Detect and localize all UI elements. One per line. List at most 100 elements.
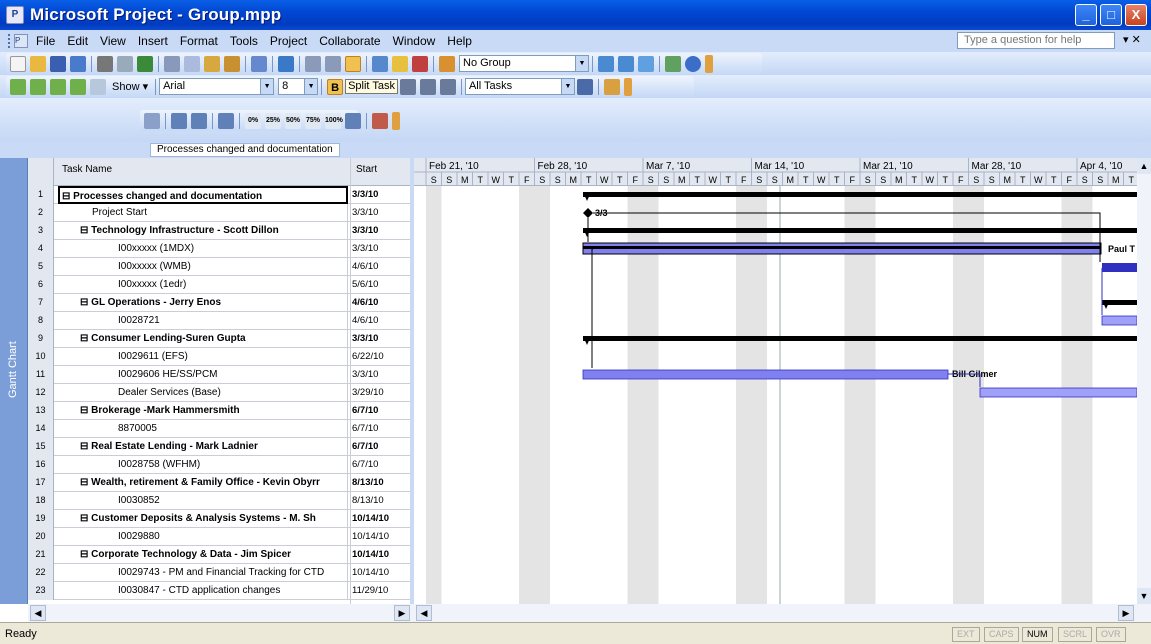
row-number[interactable]: 23 xyxy=(28,582,54,600)
show-hide-outline-icon[interactable] xyxy=(90,78,106,95)
table-row[interactable]: 18 I0030852 8/13/10 xyxy=(28,492,410,510)
table-row[interactable]: 23 I0030847 - CTD application changes 11/2… xyxy=(28,582,410,600)
table-row[interactable]: 8 I0028721 4/6/10 xyxy=(28,312,410,330)
start-date-cell[interactable]: 3/3/10 xyxy=(352,366,408,384)
task-name-cell[interactable]: ⊟ Brokerage -Mark Hammersmith xyxy=(58,402,348,420)
task-name-cell[interactable]: I0030852 xyxy=(58,492,348,510)
row-number[interactable]: 8 xyxy=(28,312,54,330)
open-icon[interactable] xyxy=(30,55,46,72)
row-number[interactable]: 4 xyxy=(28,240,54,258)
insert-hyperlink-icon[interactable] xyxy=(278,55,294,72)
scroll-left-icon[interactable]: ◀ xyxy=(30,605,46,621)
chevron-down-icon[interactable]: ▼ xyxy=(575,56,588,71)
new-icon[interactable] xyxy=(10,55,26,72)
select-all-corner[interactable] xyxy=(28,158,54,186)
collapse-icon[interactable]: ⊟ xyxy=(80,225,91,236)
start-date-cell[interactable]: 3/3/10 xyxy=(352,240,408,258)
scroll-up-icon[interactable]: ▲ xyxy=(1137,158,1151,174)
task-name-cell[interactable]: ⊟ Wealth, retirement & Family Office - K… xyxy=(58,474,348,492)
publish-icon[interactable] xyxy=(439,55,455,72)
task-name-cell[interactable]: ⊟ Consumer Lending-Suren Gupta xyxy=(58,330,348,348)
table-row[interactable]: 19 ⊟ Customer Deposits & Analysis Systems… xyxy=(28,510,410,528)
app-icon[interactable]: P xyxy=(6,6,24,24)
percent-25-button[interactable]: 25% xyxy=(265,112,281,129)
task-name-cell[interactable]: ⊟ Processes changed and documentation xyxy=(58,186,348,204)
close-button[interactable]: X xyxy=(1125,4,1147,26)
print-preview-icon[interactable] xyxy=(117,55,133,72)
gantt-chart-wizard-icon[interactable] xyxy=(603,78,620,95)
start-date-cell[interactable]: 8/13/10 xyxy=(352,474,408,492)
help-search-input[interactable]: Type a question for help xyxy=(957,32,1115,49)
paste-icon[interactable] xyxy=(204,55,220,72)
task-notes-icon[interactable] xyxy=(392,55,408,72)
outdent-icon[interactable] xyxy=(10,78,26,95)
chevron-down-icon[interactable]: ▼ xyxy=(304,79,318,94)
toolbar-options-icon[interactable] xyxy=(705,54,713,73)
menu-window-controls[interactable]: ▾ ✕ xyxy=(1123,33,1141,46)
start-date-cell[interactable]: 3/29/10 xyxy=(352,384,408,402)
collapse-icon[interactable]: ⊟ xyxy=(80,441,91,452)
task-name-cell[interactable]: 8870005 xyxy=(58,420,348,438)
collapse-icon[interactable]: ⊟ xyxy=(80,549,91,560)
start-date-cell[interactable]: 4/6/10 xyxy=(352,312,408,330)
row-number[interactable]: 6 xyxy=(28,276,54,294)
collapse-icon[interactable]: ⊟ xyxy=(80,513,91,524)
table-row[interactable]: 2 Project Start 3/3/10 xyxy=(28,204,410,222)
menu-edit[interactable]: Edit xyxy=(61,34,94,48)
indent-icon[interactable] xyxy=(30,78,46,95)
collapse-icon[interactable]: ⊟ xyxy=(80,333,91,344)
percent-100-button[interactable]: 100% xyxy=(325,112,343,129)
start-date-cell[interactable]: 10/14/10 xyxy=(352,528,408,546)
collapse-icon[interactable]: ⊟ xyxy=(80,297,91,308)
gantt-canvas[interactable]: Feb 21, '10 Feb 28, '10 Mar 7, '10 Mar 14, … xyxy=(414,158,1137,604)
minimize-button[interactable]: _ xyxy=(1075,4,1097,26)
menu-tools[interactable]: Tools xyxy=(224,34,264,48)
menu-view[interactable]: View xyxy=(94,34,132,48)
table-row[interactable]: 20 I0029880 10/14/10 xyxy=(28,528,410,546)
row-number[interactable]: 7 xyxy=(28,294,54,312)
unlink-tasks-icon[interactable] xyxy=(325,55,341,72)
row-number[interactable]: 2 xyxy=(28,204,54,222)
entry-field[interactable]: Processes changed and documentation xyxy=(150,143,340,157)
row-number[interactable]: 17 xyxy=(28,474,54,492)
table-row[interactable]: 4 I00xxxxx (1MDX) 3/3/10 xyxy=(28,240,410,258)
table-row[interactable]: 1 ⊟ Processes changed and documentation 3/… xyxy=(28,186,410,204)
gantt-scroll-right-icon[interactable]: ▶ xyxy=(1118,605,1134,621)
reschedule-work-icon[interactable] xyxy=(191,112,207,129)
percent-75-button[interactable]: 75% xyxy=(305,112,321,129)
start-date-cell[interactable]: 5/6/10 xyxy=(352,276,408,294)
menu-window[interactable]: Window xyxy=(387,34,442,48)
undo-icon[interactable] xyxy=(251,55,267,72)
row-number[interactable]: 11 xyxy=(28,366,54,384)
start-date-cell[interactable]: 4/6/10 xyxy=(352,294,408,312)
scroll-down-icon[interactable]: ▼ xyxy=(1137,588,1151,604)
zoom-out-icon[interactable] xyxy=(618,55,634,72)
collapse-icon[interactable]: ⊟ xyxy=(62,191,73,202)
add-progress-line-icon[interactable] xyxy=(218,112,234,129)
start-date-cell[interactable]: 6/7/10 xyxy=(352,438,408,456)
gantt-scroll-left-icon[interactable]: ◀ xyxy=(416,605,432,621)
task-name-cell[interactable]: I00xxxxx (1MDX) xyxy=(58,240,348,258)
row-number[interactable]: 16 xyxy=(28,456,54,474)
task-name-cell[interactable]: ⊟ Corporate Technology & Data - Jim Spic… xyxy=(58,546,348,564)
start-date-cell[interactable]: 4/6/10 xyxy=(352,258,408,276)
start-date-cell[interactable]: 3/3/10 xyxy=(352,186,408,204)
cut-icon[interactable] xyxy=(164,55,180,72)
task-information-icon[interactable] xyxy=(372,55,388,72)
table-row[interactable]: 12 Dealer Services (Base) 3/29/10 xyxy=(28,384,410,402)
save-icon[interactable] xyxy=(50,55,66,72)
copy-picture-icon[interactable] xyxy=(665,55,681,72)
task-name-cell[interactable]: I0029606 HE/SS/PCM xyxy=(58,366,348,384)
format-painter-icon[interactable] xyxy=(224,55,240,72)
show-subtasks-icon[interactable] xyxy=(50,78,66,95)
task-name-cell[interactable]: ⊟ Technology Infrastructure - Scott Dill… xyxy=(58,222,348,240)
menu-insert[interactable]: Insert xyxy=(132,34,174,48)
toolbar-options-icon[interactable] xyxy=(623,77,632,96)
task-name-cell[interactable]: I0028758 (WFHM) xyxy=(58,456,348,474)
table-row[interactable]: 21 ⊟ Corporate Technology & Data - Jim Sp… xyxy=(28,546,410,564)
permission-icon[interactable] xyxy=(70,55,86,72)
assign-resources-icon[interactable] xyxy=(412,55,428,72)
table-row[interactable]: 16 I0028758 (WFHM) 6/7/10 xyxy=(28,456,410,474)
start-date-cell[interactable]: 8/13/10 xyxy=(352,492,408,510)
menu-format[interactable]: Format xyxy=(174,34,224,48)
